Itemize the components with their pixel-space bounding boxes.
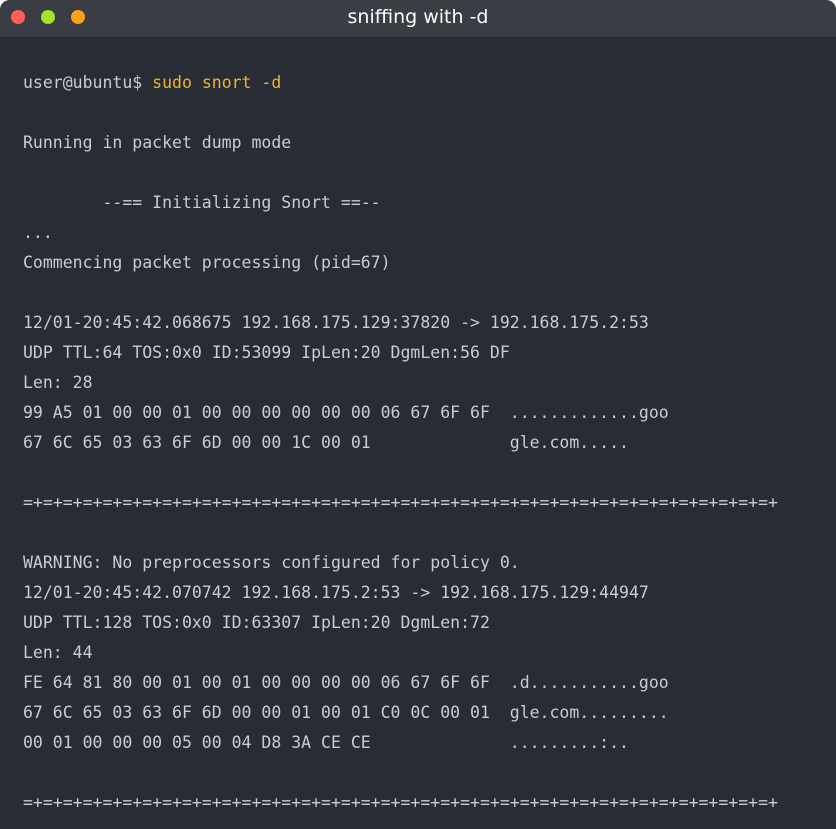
output-line: 12/01-20:45:42.070742 192.168.175.2:53 -…: [23, 583, 649, 602]
output-line: Running in packet dump mode: [23, 133, 292, 152]
output-line: FE 64 81 80 00 01 00 01 00 00 00 00 06 6…: [23, 673, 669, 692]
window-title: sniffing with -d: [347, 6, 489, 28]
output-line: Len: 44: [23, 643, 93, 662]
output-line: 99 A5 01 00 00 01 00 00 00 00 00 00 06 6…: [23, 403, 669, 422]
output-line: =+=+=+=+=+=+=+=+=+=+=+=+=+=+=+=+=+=+=+=+…: [23, 793, 778, 812]
output-line: 67 6C 65 03 63 6F 6D 00 00 1C 00 01 gle.…: [23, 433, 629, 452]
output-line: Commencing packet processing (pid=67): [23, 253, 391, 272]
output-line: Len: 28: [23, 373, 93, 392]
output-line: WARNING: No preprocessors configured for…: [23, 553, 520, 572]
output-lines: Running in packet dump mode --== Initial…: [23, 98, 823, 818]
output-line: ...: [23, 223, 53, 242]
shell-prompt: user@ubuntu$: [23, 73, 143, 92]
output-line: 12/01-20:45:42.068675 192.168.175.129:37…: [23, 313, 649, 332]
terminal-output[interactable]: user@ubuntu$ sudo snort -d Running in pa…: [23, 68, 823, 818]
output-line: 00 01 00 00 00 05 00 04 D8 3A CE CE ....…: [23, 733, 629, 752]
terminal-window: sniffing with -d user@ubuntu$ sudo snort…: [0, 0, 836, 829]
output-line: UDP TTL:64 TOS:0x0 ID:53099 IpLen:20 Dgm…: [23, 343, 510, 362]
title-bar: sniffing with -d: [0, 0, 836, 37]
output-line: 67 6C 65 03 63 6F 6D 00 00 01 00 01 C0 0…: [23, 703, 669, 722]
command-line: user@ubuntu$ sudo snort -d: [23, 68, 823, 98]
shell-command: sudo snort -d: [142, 73, 282, 92]
output-line: --== Initializing Snort ==--: [23, 193, 381, 212]
output-line: =+=+=+=+=+=+=+=+=+=+=+=+=+=+=+=+=+=+=+=+…: [23, 493, 778, 512]
output-line: UDP TTL:128 TOS:0x0 ID:63307 IpLen:20 Dg…: [23, 613, 490, 632]
